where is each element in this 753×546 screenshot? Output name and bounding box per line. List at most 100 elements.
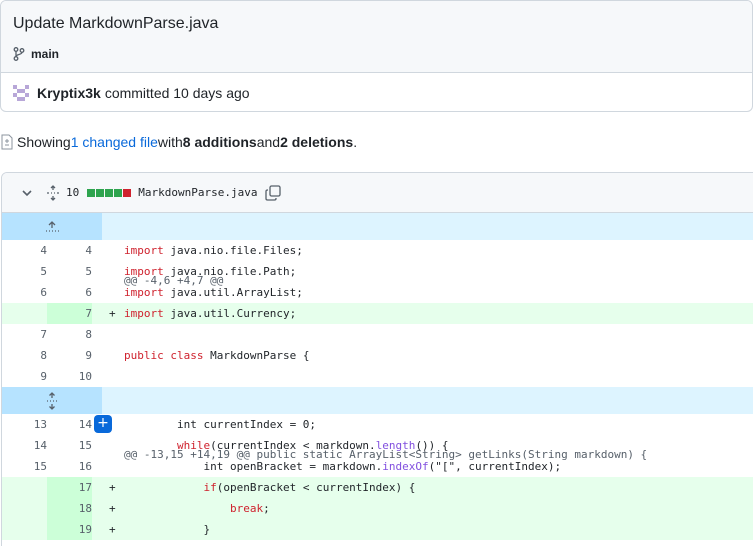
- commit-title: Update MarkdownParse.java: [13, 15, 219, 32]
- additions-count: 8 additions: [182, 134, 257, 150]
- file-diff: 10 MarkdownParse.java @@ -4,6 +4,7 @@ 44…: [1, 172, 753, 546]
- keyword: import: [124, 286, 164, 299]
- diff-line: 8 9 public class MarkdownParse {: [2, 345, 753, 366]
- expand-up-icon: [46, 220, 59, 232]
- keyword: if: [203, 481, 217, 494]
- hunk-header: @@ -13,15 +14,19 @@ public static ArrayL…: [2, 387, 753, 461]
- file-name[interactable]: MarkdownParse.java: [138, 186, 257, 199]
- code-line: import java.util.Currency;: [124, 303, 296, 324]
- diff-block-1: 4 4 import java.nio.file.Files; 5 5 import ja…: [2, 240, 753, 387]
- diff-line: 15 16 int openBracket = markdown.indexOf(…: [2, 456, 753, 477]
- code-text: java.util.Currency;: [163, 307, 297, 320]
- commit-title-area: Update MarkdownParse.java main: [1, 1, 752, 73]
- deletions-count: 2 deletions: [280, 134, 354, 150]
- diff-table: @@ -4,6 +4,7 @@ 4 4 import java.nio.file.F…: [2, 213, 753, 540]
- diff-sign: +: [109, 523, 116, 536]
- add-comment-button[interactable]: +: [94, 415, 112, 433]
- new-line-number[interactable]: 17: [47, 477, 92, 498]
- code-line: public class MarkdownParse {: [124, 345, 309, 366]
- new-line-number[interactable]: 5: [47, 261, 92, 282]
- old-line-number[interactable]: 13: [2, 414, 47, 435]
- code-line: break;: [229, 502, 270, 515]
- new-line-number[interactable]: 18: [47, 498, 92, 519]
- code-line: if(openBracket < currentIndex) {: [203, 481, 416, 494]
- summary-mid2: and: [256, 134, 281, 150]
- diff-summary: Showing 1 changed file with 8 additions …: [0, 131, 357, 153]
- method-name: length: [375, 439, 416, 452]
- code-line: int currentIndex = 0;: [124, 418, 317, 431]
- old-line-number[interactable]: 15: [2, 456, 47, 477]
- commit-meta: Kryptix3k committed 10 days ago: [1, 73, 752, 111]
- new-line-number[interactable]: 16: [47, 456, 92, 477]
- new-line-number[interactable]: 4: [47, 240, 92, 261]
- new-line-number[interactable]: 6: [47, 282, 92, 303]
- old-line-number[interactable]: 9: [2, 366, 47, 387]
- diff-line: 78: [2, 324, 753, 345]
- diff-line: 9 10: [2, 366, 753, 387]
- diff-line: 19 + }: [2, 519, 753, 540]
- code-line: int openBracket = markdown.indexOf("[", …: [124, 460, 562, 473]
- diff-block-2: 13 14 int currentIndex = 0; +14 15 while(cu…: [2, 414, 753, 540]
- file-diff-icon: [1, 134, 13, 150]
- expand-all-icon[interactable]: [45, 184, 61, 201]
- code-text: java.util.ArrayList;: [163, 286, 303, 299]
- change-count: 10: [66, 186, 80, 199]
- new-line-number[interactable]: 8: [47, 324, 92, 345]
- author-link[interactable]: Kryptix3k: [37, 85, 101, 101]
- expand-up-button[interactable]: [2, 213, 102, 240]
- diffstat-add-block: [96, 188, 105, 197]
- diff-sign: +: [109, 307, 116, 320]
- new-line-number[interactable]: 19: [47, 519, 92, 540]
- code-line: }: [124, 523, 211, 536]
- new-line-number[interactable]: 15: [47, 435, 92, 456]
- code-text: java.nio.file.Files;: [163, 244, 303, 257]
- diff-sign: +: [109, 481, 116, 494]
- diff-line: 17 + if(openBracket < currentIndex) {: [2, 477, 753, 498]
- git-branch-icon: [13, 47, 25, 61]
- diff-line: 4 4 import java.nio.file.Files;: [2, 240, 753, 261]
- diff-line: 13 14 int currentIndex = 0; +: [2, 414, 753, 435]
- diffstat-del-block: [123, 188, 132, 197]
- copy-icon[interactable]: [265, 184, 282, 201]
- new-line-number[interactable]: 10: [47, 366, 92, 387]
- new-line-number[interactable]: 7: [47, 303, 92, 324]
- diffstat-add-block: [114, 188, 123, 197]
- keyword: import: [124, 307, 164, 320]
- changed-files-link[interactable]: 1 changed file: [71, 134, 158, 150]
- diff-sign: +: [109, 502, 116, 515]
- expand-both-button[interactable]: [2, 387, 102, 414]
- summary-prefix: Showing: [17, 134, 71, 150]
- code-text: java.nio.file.Path;: [163, 265, 297, 278]
- branch-label[interactable]: main: [13, 44, 752, 64]
- commit-header-box: Update MarkdownParse.java main Kryptix3k…: [0, 0, 753, 112]
- keyword: import: [124, 265, 164, 278]
- chevron-down-icon[interactable]: [20, 186, 34, 200]
- old-line-number[interactable]: 8: [2, 345, 47, 366]
- code-line: import java.nio.file.Path;: [124, 261, 296, 282]
- diff-line: 7 + import java.util.Currency;: [2, 303, 753, 324]
- keyword: break: [229, 502, 264, 515]
- diff-line: 14 15 while(currentIndex < markdown.lengt…: [2, 435, 753, 456]
- method-name: indexOf: [382, 460, 429, 473]
- new-line-number[interactable]: 9: [47, 345, 92, 366]
- old-line-number[interactable]: 7: [2, 324, 47, 345]
- diff-line: 5 5 import java.nio.file.Path;: [2, 261, 753, 282]
- file-header: 10 MarkdownParse.java: [2, 173, 753, 213]
- diffstat-add-block: [105, 188, 114, 197]
- diff-line: 6 6 import java.util.ArrayList;: [2, 282, 753, 303]
- summary-mid1: with: [157, 134, 183, 150]
- keyword: while: [176, 439, 211, 452]
- diff-line: 18 + break;: [2, 498, 753, 519]
- code-line: import java.util.ArrayList;: [124, 282, 303, 303]
- old-line-number[interactable]: 4: [2, 240, 47, 261]
- old-line-number[interactable]: 6: [2, 282, 47, 303]
- branch-name: main: [31, 47, 60, 61]
- avatar[interactable]: [11, 82, 31, 103]
- hunk-header: @@ -4,6 +4,7 @@: [2, 213, 753, 287]
- diffstat-bar: [87, 188, 132, 197]
- code-text: MarkdownParse {: [203, 349, 310, 362]
- old-line-number[interactable]: 14: [2, 435, 47, 456]
- keyword: public class: [124, 349, 204, 362]
- new-line-number[interactable]: 14: [47, 414, 92, 435]
- old-line-number[interactable]: 5: [2, 261, 47, 282]
